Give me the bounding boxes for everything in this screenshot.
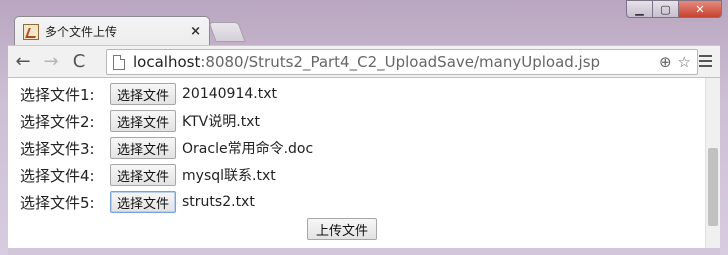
file-label-3: 选择文件3: — [20, 139, 95, 158]
file-label-5: 选择文件5: — [20, 193, 95, 212]
new-tab-button[interactable] — [208, 22, 246, 42]
file-row-1: 选择文件1: 选择文件 20140914.txt — [20, 82, 277, 106]
file-label-1: 选择文件1: — [20, 85, 95, 104]
zoom-icon[interactable]: ⊕ — [659, 53, 672, 71]
browser-toolbar: ← → C localhost:8080/Struts2_Part4_C2_Up… — [8, 45, 720, 77]
maximize-button[interactable]: ▢ — [652, 0, 679, 18]
back-arrow-icon[interactable]: ← — [10, 49, 36, 75]
choose-file-button-5[interactable]: 选择文件 — [110, 191, 177, 213]
file-row-3: 选择文件3: 选择文件 Oracle常用命令.doc — [20, 136, 313, 160]
file-name-1: 20140914.txt — [182, 86, 277, 102]
page-icon — [113, 54, 125, 70]
file-name-5: struts2.txt — [182, 194, 255, 210]
file-name-4: mysql联系.txt — [182, 168, 276, 184]
file-row-2: 选择文件2: 选择文件 KTV说明.txt — [20, 109, 260, 133]
choose-file-button-3[interactable]: 选择文件 — [110, 137, 177, 159]
choose-file-button-4[interactable]: 选择文件 — [110, 164, 177, 186]
forward-arrow-icon[interactable]: → — [38, 49, 64, 75]
file-name-2: KTV说明.txt — [182, 114, 260, 130]
scrollbar-thumb[interactable] — [708, 148, 718, 226]
url-host: localhost — [133, 53, 201, 71]
upload-submit-button[interactable]: 上传文件 — [307, 218, 378, 240]
file-row-4: 选择文件4: 选择文件 mysql联系.txt — [20, 163, 276, 187]
url-text[interactable]: localhost:8080/Struts2_Part4_C2_UploadSa… — [133, 53, 659, 71]
vertical-scrollbar[interactable] — [705, 78, 720, 248]
bookmark-star-icon[interactable]: ☆ — [678, 53, 691, 71]
reload-icon[interactable]: C — [66, 49, 92, 75]
window-frame-bottom — [8, 248, 720, 255]
choose-file-button-1[interactable]: 选择文件 — [110, 83, 177, 105]
page-favicon-icon — [23, 23, 39, 40]
file-label-4: 选择文件4: — [20, 166, 95, 185]
window-controls: ▁ ▢ ✕ — [626, 0, 722, 18]
title-bar: 多个文件上传 × ▁ ▢ ✕ — [0, 0, 728, 46]
address-bar[interactable]: localhost:8080/Struts2_Part4_C2_UploadSa… — [106, 49, 698, 75]
page-content: 选择文件1: 选择文件 20140914.txt 选择文件2: 选择文件 KTV… — [8, 78, 705, 248]
browser-tab[interactable]: 多个文件上传 × — [14, 16, 210, 46]
tab-close-icon[interactable]: × — [190, 24, 201, 39]
file-row-5: 选择文件5: 选择文件 struts2.txt — [20, 190, 255, 214]
minimize-button[interactable]: ▁ — [626, 0, 653, 18]
choose-file-button-2[interactable]: 选择文件 — [110, 110, 177, 132]
url-path: :8080/Struts2_Part4_C2_UploadSave/manyUp… — [200, 53, 601, 71]
chrome-menu-icon[interactable] — [694, 50, 716, 72]
tab-title: 多个文件上传 — [45, 25, 118, 39]
close-window-button[interactable]: ✕ — [678, 0, 722, 18]
file-label-2: 选择文件2: — [20, 112, 95, 131]
file-name-3: Oracle常用命令.doc — [182, 141, 314, 157]
